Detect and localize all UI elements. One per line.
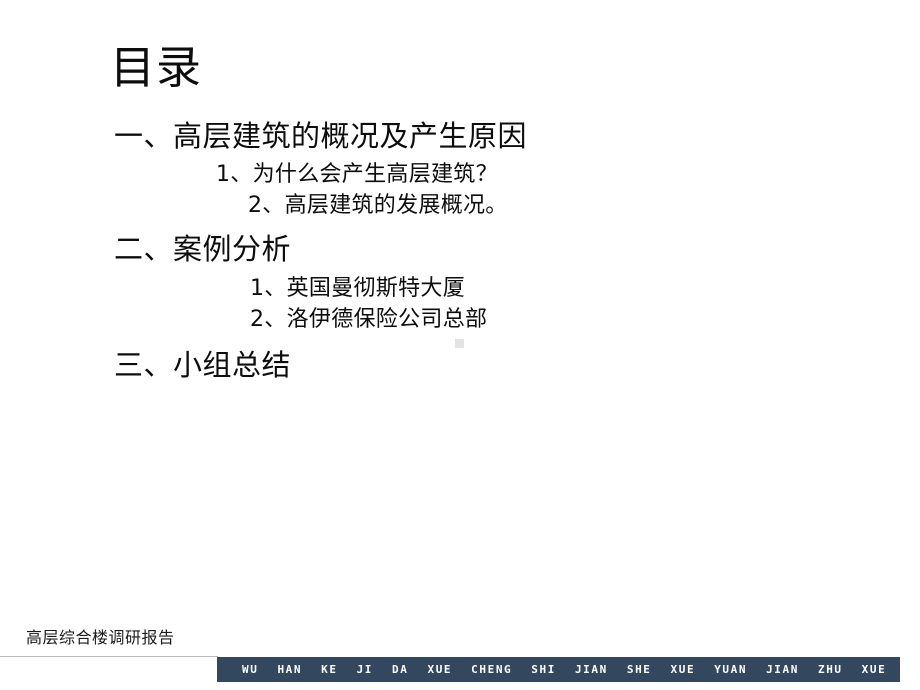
outline-subitem[interactable]: 2、高层建筑的发展概况。	[0, 190, 920, 221]
page-title: 目录	[110, 41, 203, 94]
outline-section-heading[interactable]: 一、高层建筑的概况及产生原因	[0, 118, 920, 155]
outline-subitem[interactable]: 2、洛伊德保险公司总部	[0, 304, 920, 335]
footer-syllable: XUE	[861, 663, 887, 676]
footer-syllable: WU	[242, 663, 259, 676]
outline-section-heading[interactable]: 三、小组总结	[0, 347, 920, 384]
outline-section: 二、案例分析 1、英国曼彻斯特大厦 2、洛伊德保险公司总部	[0, 231, 920, 335]
footer-syllable: CHENG	[471, 663, 513, 676]
footer-syllable: SHE	[626, 663, 652, 676]
footer-syllable: XUE	[427, 663, 453, 676]
outline-section-heading[interactable]: 二、案例分析	[0, 231, 920, 268]
footer-pinyin-row: WU HAN KE JI DA XUE CHENG SHI JIAN SHE X…	[217, 664, 900, 675]
footer-syllable: JIAN	[766, 663, 799, 676]
footer-divider-rule	[0, 656, 218, 657]
footer-syllable: HAN	[277, 663, 303, 676]
footer-syllable: KE	[321, 663, 338, 676]
outline-section: 三、小组总结	[0, 347, 920, 384]
footer-syllable: DA	[392, 663, 409, 676]
outline-subitem[interactable]: 1、英国曼彻斯特大厦	[0, 273, 920, 304]
footer-pinyin-bar: WU HAN KE JI DA XUE CHENG SHI JIAN SHE X…	[217, 657, 900, 682]
footer-syllable: JIAN	[574, 663, 608, 676]
slide-canvas: 目录 一、高层建筑的概况及产生原因 1、为什么会产生高层建筑？ 2、高层建筑的发…	[0, 0, 920, 690]
footer-syllable: ZHU	[817, 663, 843, 676]
stray-gray-marker	[455, 339, 464, 348]
footer-syllable: XUE	[670, 663, 696, 676]
footer-syllable: SHI	[531, 663, 556, 676]
footer-syllable: YUAN	[714, 663, 748, 676]
footer-syllable: JI	[356, 663, 374, 676]
outline-section: 一、高层建筑的概况及产生原因 1、为什么会产生高层建筑？ 2、高层建筑的发展概况…	[0, 118, 920, 221]
footer-caption: 高层综合楼调研报告	[26, 628, 175, 647]
outline-subitem[interactable]: 1、为什么会产生高层建筑？	[0, 159, 920, 190]
